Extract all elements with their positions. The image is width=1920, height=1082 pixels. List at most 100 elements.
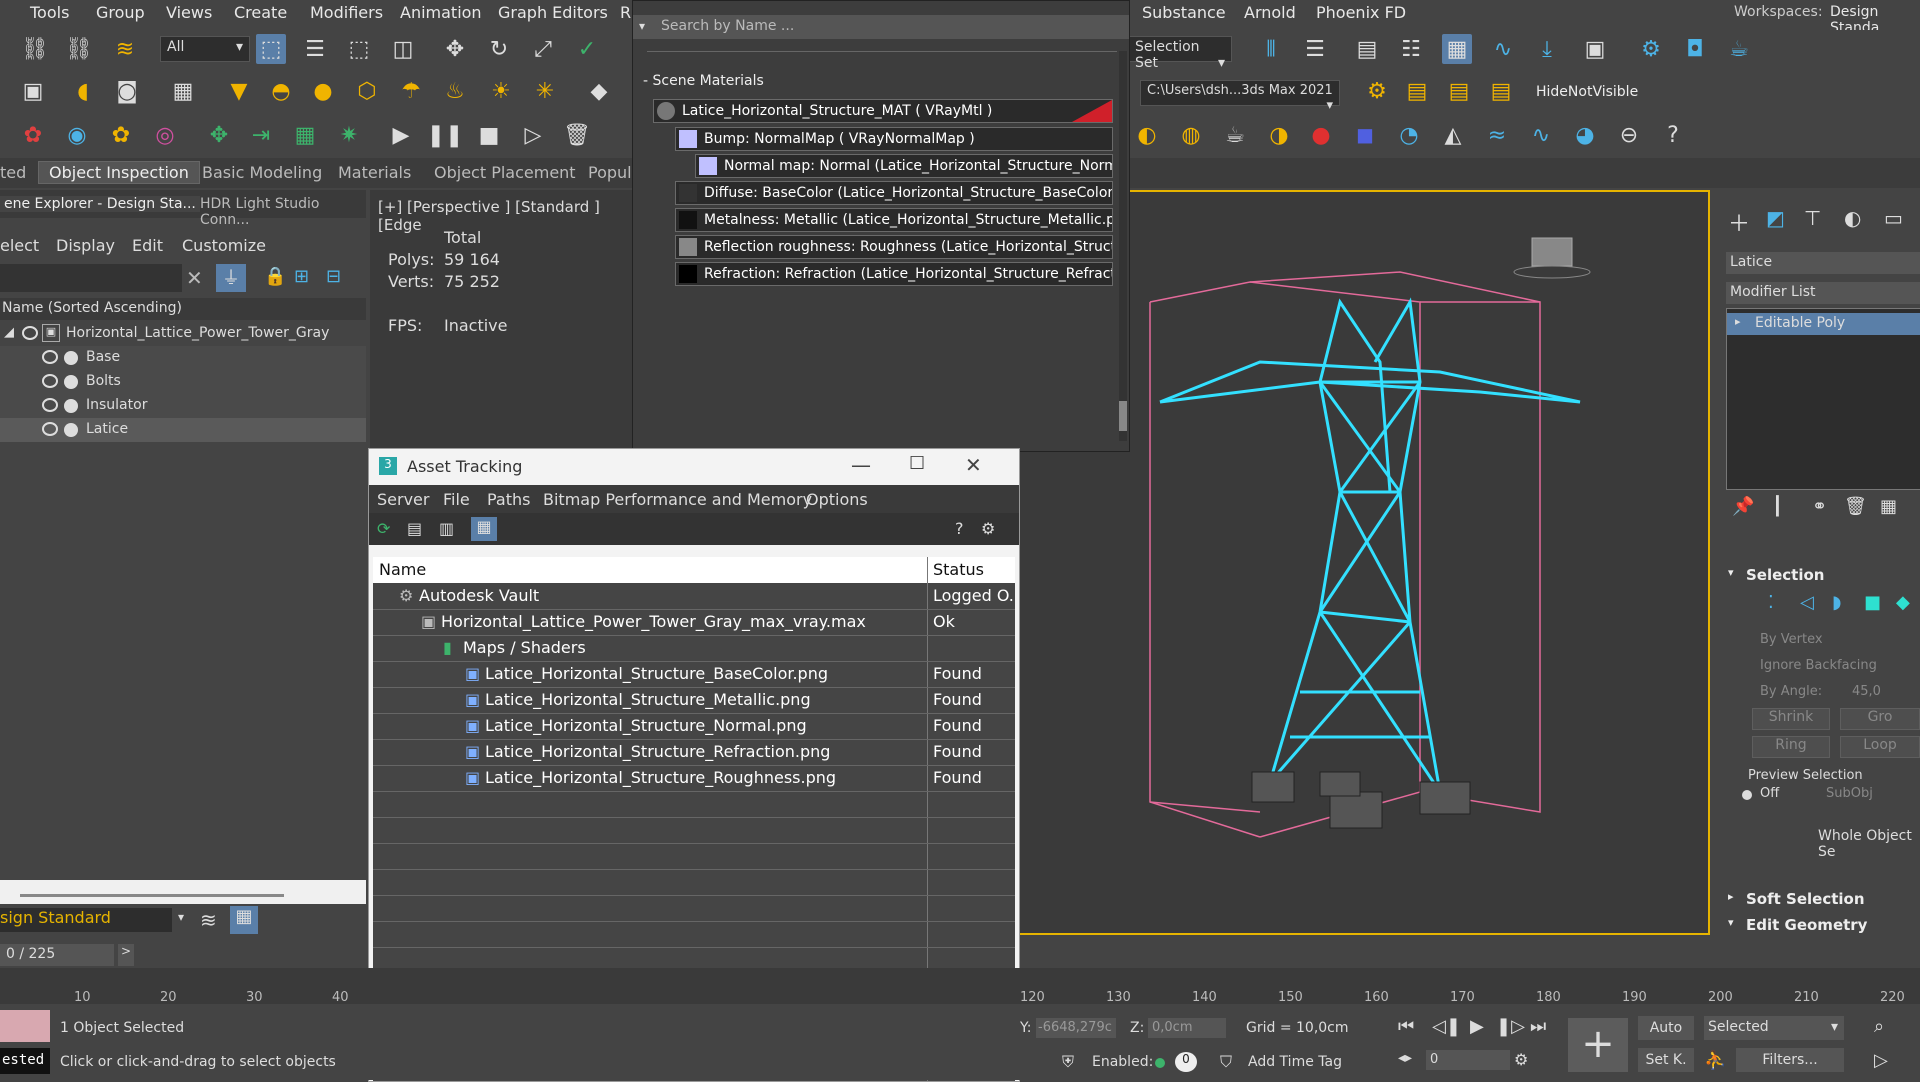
display-tab-icon[interactable]: ▭ [1884, 206, 1903, 230]
curve-editor-icon[interactable]: ∿ [1488, 34, 1518, 64]
add-time-tag[interactable]: Add Time Tag [1248, 1054, 1342, 1070]
menu-phoenix-fd[interactable]: Phoenix FD [1316, 3, 1406, 22]
show-end-result-icon[interactable]: ┃ [1772, 496, 1783, 517]
planet-icon[interactable]: ◕ [1570, 120, 1600, 150]
film-icon[interactable]: ▦ [168, 76, 198, 106]
fur-icon[interactable]: ◎ [150, 120, 180, 150]
select-by-name-icon[interactable]: ☰ [300, 34, 330, 64]
radio-off[interactable] [1742, 790, 1752, 800]
material-row-refraction[interactable]: Refraction: Refraction (Latice_Horizonta… [675, 262, 1113, 286]
ignore-backfacing-checkbox[interactable]: Ignore Backfacing [1760, 658, 1877, 673]
material-scrollbar[interactable] [1119, 51, 1127, 441]
menu-substance[interactable]: Substance [1142, 3, 1226, 22]
material-editor-icon[interactable]: ▣ [1580, 34, 1610, 64]
ambient-light-icon[interactable]: ♨ [440, 76, 470, 106]
lock-icon[interactable]: 🔒 [264, 266, 286, 287]
expand-arrow-icon[interactable]: ◢ [4, 325, 14, 340]
stop-icon[interactable]: ■ [474, 120, 504, 150]
trash-icon[interactable]: 🗑 [562, 120, 592, 150]
maxscript-mini-listener[interactable]: ested [0, 1048, 50, 1074]
settings-icon[interactable]: ⚙ [1362, 76, 1392, 106]
material-search-input[interactable]: Search by Name ... [661, 18, 794, 34]
tree-item-insulator[interactable]: Insulator [0, 394, 366, 418]
layer-manager-icon[interactable]: ▤ [1352, 34, 1382, 64]
set-key-button[interactable]: Set K. [1638, 1048, 1694, 1072]
menu-views[interactable]: Views [166, 3, 212, 22]
material-row-normal[interactable]: Normal map: Normal (Latice_Horizontal_St… [695, 154, 1113, 178]
tree-item-base[interactable]: Base [0, 346, 366, 370]
vertex-mode-icon[interactable]: ⁚ [1768, 592, 1774, 613]
table-row[interactable]: ▣ Latice_Horizontal_Structure_BaseColor.… [373, 661, 1015, 688]
time-config-icon[interactable]: ⚙ [1514, 1050, 1528, 1069]
time-tag-icon[interactable]: ⛉ [1220, 1052, 1232, 1072]
visibility-eye-icon[interactable] [22, 326, 38, 340]
chart-icon[interactable]: ◭ [1438, 120, 1468, 150]
timeline-track[interactable]: 10 20 30 40 120 130 140 150 160 170 180 … [0, 968, 1920, 1005]
radio-subobj-label[interactable]: SubObj [1826, 786, 1873, 801]
chevron-down-icon[interactable]: ▾ [639, 19, 645, 33]
menu-display[interactable]: Display [56, 236, 115, 255]
tab-basic-modeling[interactable]: Basic Modeling [202, 163, 322, 182]
place-icon[interactable]: ✓ [572, 34, 602, 64]
ocean-icon[interactable]: ≈ [1482, 120, 1512, 150]
expand-arrow-icon[interactable]: ▸ [1735, 315, 1741, 328]
arrow-right-icon[interactable]: ⇥ [246, 120, 276, 150]
help-icon[interactable]: ? [1658, 120, 1688, 150]
lamp-icon[interactable]: ◍ [1176, 120, 1206, 150]
clear-search-icon[interactable]: ✕ [186, 266, 203, 290]
rollout-edit-geometry[interactable]: ▾ Edit Geometry [1720, 916, 1920, 940]
explorer-toggle-icon[interactable]: ▦ [230, 906, 258, 934]
shrink-button[interactable]: Shrink [1752, 708, 1830, 730]
viewport-label[interactable]: [+] [Perspective ] [Standard ] [Edge [378, 198, 636, 234]
burst-icon[interactable]: ✳ [530, 76, 560, 106]
layer-icon[interactable]: ⊟ [326, 266, 341, 287]
list-view-icon[interactable]: ▤ [407, 519, 422, 538]
mesh-light-icon[interactable]: ⬡ [352, 76, 382, 106]
menu-tools[interactable]: Tools [30, 3, 69, 22]
object-name-field[interactable]: Latice [1726, 252, 1920, 274]
ring-button[interactable]: Ring [1752, 736, 1830, 758]
visibility-eye-icon[interactable] [42, 374, 58, 388]
move-icon[interactable]: ✥ [440, 34, 470, 64]
tab-materials[interactable]: Materials [338, 163, 411, 182]
container-icon[interactable]: ▣ [18, 76, 48, 106]
sun-icon[interactable]: ☀ [486, 76, 516, 106]
material-row-bump[interactable]: Bump: NormalMap ( VRayNormalMap ) [675, 127, 1113, 151]
col-name[interactable]: Name [379, 560, 426, 579]
detail-view-icon[interactable]: ▥ [439, 519, 454, 538]
zoom-icon[interactable]: ⌕ [1874, 1016, 1884, 1037]
edge-mode-icon[interactable]: ◁ [1800, 592, 1814, 613]
menu-customize[interactable]: Customize [182, 236, 266, 255]
menu-paths[interactable]: Paths [487, 490, 530, 509]
expand-arrow-icon[interactable]: ▸ [1728, 890, 1734, 903]
tab-hdr-light-studio[interactable]: HDR Light Studio Conn... [200, 196, 366, 228]
make-unique-icon[interactable]: ⚭ [1812, 496, 1827, 517]
table-row[interactable]: ▣ Horizontal_Lattice_Power_Tower_Gray_ma… [373, 609, 1015, 636]
refresh-icon[interactable]: ⟳ [377, 519, 390, 538]
y-coordinate-field[interactable]: -6648,279c [1036, 1018, 1116, 1038]
by-angle-checkbox[interactable]: By Angle: [1760, 684, 1822, 699]
maxscript-listener[interactable] [0, 1010, 50, 1042]
current-frame-field[interactable]: 0 [1426, 1050, 1510, 1070]
menu-edit[interactable]: Edit [132, 236, 163, 255]
cube-icon[interactable]: ◆ [584, 76, 614, 106]
table-row[interactable]: ▣ Latice_Horizontal_Structure_Normal.png… [373, 713, 1015, 740]
material-scrollbar-thumb[interactable] [1119, 401, 1127, 431]
menu-bitmap-performance[interactable]: Bitmap Performance and Memory [543, 490, 812, 509]
key-filter-combo[interactable]: Selected ▾ [1704, 1016, 1844, 1040]
swirl-icon[interactable]: ◔ [1394, 120, 1424, 150]
time-slider[interactable]: 0 / 225 [0, 944, 114, 966]
preview-icon[interactable]: ▷ [518, 120, 548, 150]
isolate-icon[interactable]: ⛨ [1062, 1052, 1074, 1072]
project-path-combo[interactable]: C:\Users\dsh...3ds Max 2021 ▾ [1140, 80, 1340, 113]
help-icon[interactable]: ? [955, 519, 964, 538]
water-drop-icon[interactable]: ◉ [62, 120, 92, 150]
filter-icon[interactable]: ⏚ [216, 264, 246, 292]
menu-graph-editors[interactable]: Graph Editors [498, 3, 608, 22]
named-selection-combo[interactable]: Selection Set ▾ [1128, 36, 1232, 71]
star-burst-icon[interactable]: ✷ [334, 120, 364, 150]
menu-create[interactable]: Create [234, 3, 287, 22]
menu-group[interactable]: Group [96, 3, 145, 22]
rect-selection-icon[interactable]: ⬚ [344, 34, 374, 64]
next-frame-icon[interactable]: > [118, 944, 134, 966]
